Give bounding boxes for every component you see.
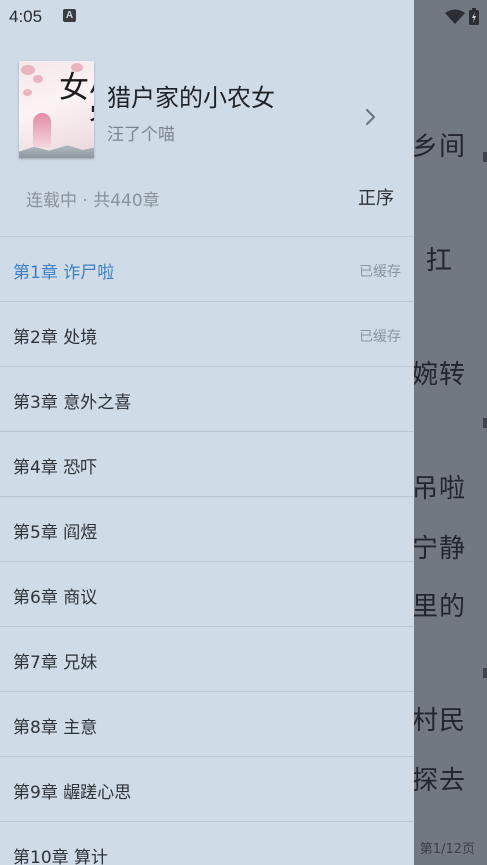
chapter-title: 第4章 恐吓 (13, 458, 98, 478)
reader-text-fragment: 探去 (412, 766, 467, 796)
book-header[interactable]: 小农女 猎户家的小农女 汪了个喵 (0, 54, 414, 164)
battery-icon (469, 8, 479, 25)
chapter-item[interactable]: 第9章 龌蹉心思 (0, 757, 414, 822)
page-indicator: 第1/12页 (419, 842, 475, 857)
chapter-item[interactable]: 第6章 商议 (0, 562, 414, 627)
reader-edge-mark (483, 152, 487, 162)
chapter-item[interactable]: 第7章 兄妹 (0, 627, 414, 692)
reader-text-fragment: 婉转 (412, 360, 467, 390)
chapter-item[interactable]: 第4章 恐吓 (0, 432, 414, 497)
wifi-icon (445, 9, 465, 25)
chapter-title: 第7章 兄妹 (13, 653, 98, 673)
chapter-list: 第1章 诈尸啦 已缓存 第2章 处境 已缓存 第3章 意外之喜 第4章 恐吓 第5章 阎煜第… (0, 236, 414, 865)
chapter-item[interactable]: 第1章 诈尸啦 已缓存 (0, 237, 414, 302)
status-time: 4:05 (9, 7, 43, 26)
chapter-title: 第8章 主意 (13, 718, 98, 738)
chapter-title: 第2章 处境 (13, 328, 98, 348)
reader-text-fragment: 宁静 (412, 534, 467, 564)
book-title: 猎户家的小农女 (107, 84, 275, 112)
book-meta-row: 连载中 · 共440章 正序 (0, 180, 414, 218)
reader-text-fragment: 里的 (412, 592, 467, 622)
chapter-title: 第1章 诈尸啦 (13, 263, 115, 283)
chapter-item[interactable]: 第2章 处境 已缓存 (0, 302, 414, 367)
chapter-item[interactable]: 第8章 主意 (0, 692, 414, 757)
book-cover: 小农女 (19, 61, 94, 158)
chapter-title: 第5章 阎煜 (13, 523, 98, 543)
chapter-title: 第3章 意外之喜 (13, 393, 132, 413)
chevron-right-icon[interactable] (362, 107, 380, 127)
reader-text-fragment: 村民 (412, 706, 467, 736)
serial-status: 连载中 · 共440章 (26, 191, 160, 211)
book-author: 汪了个喵 (107, 125, 175, 145)
status-right-icons (441, 8, 479, 25)
chapter-title: 第9章 龌蹉心思 (13, 783, 132, 803)
cache-status-label: 已缓存 (359, 264, 401, 280)
chapter-item[interactable]: 第5章 阎煜 (0, 497, 414, 562)
reader-text-fragment: 扛 (426, 246, 454, 276)
chapter-title: 第10章 算计 (13, 848, 109, 865)
cache-status-label: 已缓存 (359, 329, 401, 345)
chapter-item[interactable]: 第10章 算计 (0, 822, 414, 865)
status-bar: 4:05 A (0, 0, 487, 34)
cover-title-text: 小农女 (53, 71, 94, 131)
reader-text-fragment: 吊啦 (412, 474, 467, 504)
reader-edge-mark (483, 668, 487, 678)
chapter-drawer: 小农女 猎户家的小农女 汪了个喵 连载中 · 共440章 正序 第1章 诈尸啦已… (0, 0, 414, 865)
reader-edge-mark (483, 418, 487, 428)
sort-order-button[interactable]: 正序 (358, 184, 394, 210)
chapter-item[interactable]: 第3章 意外之喜 (0, 367, 414, 432)
reader-text-fragment: 乡间 (412, 132, 467, 162)
notification-icon: A (63, 9, 76, 22)
chapter-title: 第6章 商议 (13, 588, 98, 608)
